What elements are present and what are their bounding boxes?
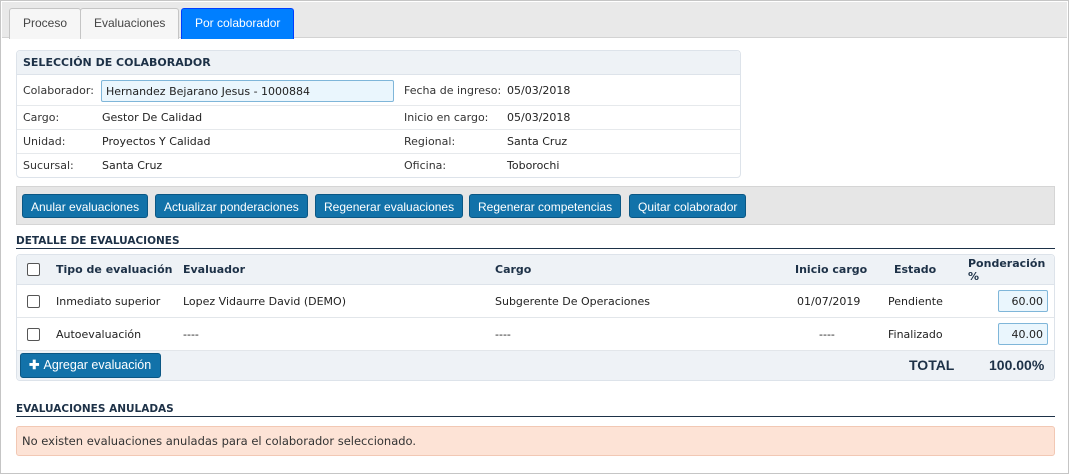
anuladas-empty-alert: No existen evaluaciones anuladas para el…	[16, 426, 1055, 456]
table-row: Autoevaluación ---- ---- ---- Finalizado	[17, 318, 1054, 351]
agregar-evaluacion-label: Agregar evaluación	[43, 358, 152, 372]
row-tipo: Inmediato superior	[56, 294, 161, 308]
oficina-value: Toborochi	[507, 159, 560, 172]
table-row: Inmediato superior Lopez Vidaurre David …	[17, 285, 1054, 318]
row-inicio: ----	[819, 327, 835, 341]
row-evaluador: Lopez Vidaurre David (DEMO)	[183, 294, 347, 308]
detalle-section-title: DETALLE DE EVALUACIONES	[16, 235, 1055, 249]
row-cargo: ----	[495, 327, 511, 341]
sucursal-label: Sucursal:	[23, 159, 74, 172]
row-evaluador: ----	[183, 327, 199, 341]
tab-proceso[interactable]: Proceso	[9, 8, 82, 39]
colaborador-input[interactable]	[101, 80, 394, 102]
regional-label: Regional:	[404, 135, 456, 148]
ponderacion-input[interactable]	[998, 290, 1048, 312]
quitar-colaborador-button[interactable]: Quitar colaborador	[629, 194, 747, 218]
fecha-ingreso-value: 05/03/2018	[507, 84, 571, 97]
total-value: 100.00%	[989, 357, 1045, 373]
cargo-label: Cargo:	[23, 111, 60, 124]
tab-por-colaborador[interactable]: Por colaborador	[181, 8, 295, 39]
row-checkbox[interactable]	[27, 327, 40, 341]
inicio-cargo-label: Inicio en cargo:	[404, 111, 489, 124]
anuladas-section-title: EVALUACIONES ANULADAS	[16, 403, 1055, 417]
grid-header: Tipo de evaluación Evaluador Cargo Inici…	[17, 255, 1054, 285]
row-estado: Pendiente	[888, 294, 943, 308]
info-row-unidad: Unidad: Proyectos Y Calidad Regional: Sa…	[17, 130, 740, 154]
col-inicio-header: Inicio cargo	[795, 263, 868, 276]
actions-toolbar: Anular evaluaciones Actualizar ponderaci…	[16, 186, 1055, 225]
row-checkbox[interactable]	[27, 294, 40, 308]
page-frame: Proceso Evaluaciones Por colaborador SEL…	[0, 0, 1069, 474]
anular-evaluaciones-button[interactable]: Anular evaluaciones	[22, 194, 149, 218]
inicio-cargo-value: 05/03/2018	[507, 111, 571, 124]
col-estado-header: Estado	[894, 263, 937, 276]
colaborador-label: Colaborador:	[23, 84, 94, 97]
cargo-value: Gestor De Calidad	[102, 111, 203, 124]
unidad-value: Proyectos Y Calidad	[102, 135, 211, 148]
info-row-cargo: Cargo: Gestor De Calidad Inicio en cargo…	[17, 106, 740, 130]
oficina-label: Oficina:	[404, 159, 447, 172]
panel-title: SELECCIÓN DE COLABORADOR	[17, 51, 740, 75]
row-tipo: Autoevaluación	[56, 327, 142, 341]
actualizar-ponderaciones-button[interactable]: Actualizar ponderaciones	[155, 194, 308, 218]
unidad-label: Unidad:	[23, 135, 66, 148]
info-row-sucursal: Sucursal: Santa Cruz Oficina: Toborochi	[17, 154, 740, 178]
sucursal-value: Santa Cruz	[102, 159, 163, 172]
col-cargo-header: Cargo	[495, 263, 532, 276]
fecha-ingreso-label: Fecha de ingreso:	[404, 84, 502, 97]
col-evaluador-header: Evaluador	[183, 263, 245, 276]
row-estado: Finalizado	[888, 327, 943, 341]
tab-bar: Proceso Evaluaciones Por colaborador	[2, 2, 1067, 39]
seleccion-colaborador-panel: SELECCIÓN DE COLABORADOR Colaborador: Fe…	[16, 50, 741, 178]
info-row-colaborador: Colaborador: Fecha de ingreso: 05/03/201…	[17, 76, 740, 106]
total-label: TOTAL	[909, 357, 955, 373]
select-all-checkbox[interactable]	[27, 263, 40, 276]
row-inicio: 01/07/2019	[797, 294, 861, 308]
regenerar-competencias-button[interactable]: Regenerar competencias	[469, 194, 622, 218]
col-ponderacion-header: Ponderación %	[968, 256, 1046, 283]
tab-evaluaciones[interactable]: Evaluaciones	[80, 8, 180, 39]
plus-icon: ✚	[29, 358, 40, 372]
agregar-evaluacion-button[interactable]: ✚ Agregar evaluación	[20, 353, 162, 378]
col-tipo-header: Tipo de evaluación	[56, 263, 173, 276]
regenerar-evaluaciones-button[interactable]: Regenerar evaluaciones	[315, 194, 464, 218]
grid-footer: ✚ Agregar evaluación TOTAL 100.00%	[17, 351, 1054, 380]
regional-value: Santa Cruz	[507, 135, 568, 148]
evaluaciones-grid: Tipo de evaluación Evaluador Cargo Inici…	[16, 254, 1055, 381]
row-cargo: Subgerente De Operaciones	[495, 294, 650, 308]
ponderacion-input[interactable]	[998, 323, 1048, 345]
